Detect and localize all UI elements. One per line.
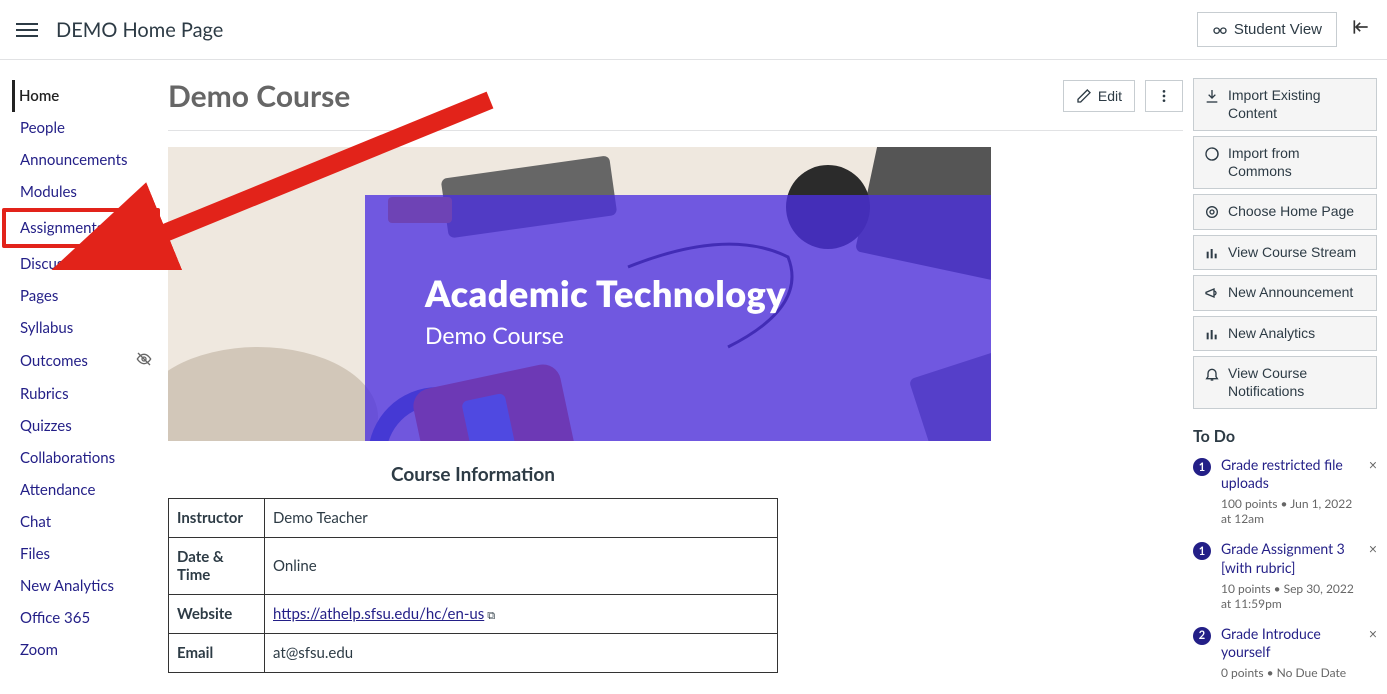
close-icon[interactable]: × xyxy=(1369,540,1377,557)
student-view-label: Student View xyxy=(1234,21,1322,38)
edit-label: Edit xyxy=(1098,88,1122,104)
table-row: Website https://athelp.sfsu.edu/hc/en-us… xyxy=(169,595,778,634)
import-commons-button[interactable]: Import from Commons xyxy=(1193,136,1377,189)
commons-icon xyxy=(1204,146,1220,162)
todo-link[interactable]: Grade restricted file uploads xyxy=(1221,456,1363,492)
nav-zoom[interactable]: Zoom xyxy=(16,634,160,666)
student-view-button[interactable]: Student View xyxy=(1197,12,1337,47)
table-row: Email at@sfsu.edu xyxy=(169,634,778,673)
todo-meta: 100 points • Jun 1, 2022 at 12am xyxy=(1221,496,1363,526)
hidden-eye-icon xyxy=(136,351,152,371)
analytics-icon xyxy=(1204,326,1220,342)
nav-assignments[interactable]: Assignments xyxy=(2,208,160,248)
info-value: Demo Teacher xyxy=(265,499,778,538)
analytics-button[interactable]: New Analytics xyxy=(1193,316,1377,352)
edit-button[interactable]: Edit xyxy=(1063,80,1135,112)
view-notifications-button[interactable]: View Course Notifications xyxy=(1193,356,1377,409)
pencil-icon xyxy=(1076,88,1092,104)
info-label: Instructor xyxy=(169,499,265,538)
collapse-icon[interactable] xyxy=(1351,17,1371,42)
todo-heading: To Do xyxy=(1193,427,1377,446)
table-row: Date & Time Online xyxy=(169,538,778,595)
close-icon[interactable]: × xyxy=(1369,625,1377,642)
nav-syllabus[interactable]: Syllabus xyxy=(16,312,160,344)
nav-quizzes[interactable]: Quizzes xyxy=(16,410,160,442)
nav-rubrics[interactable]: Rubrics xyxy=(16,378,160,410)
banner-subtitle: Demo Course xyxy=(425,321,941,349)
todo-item: 1 Grade Assignment 3 [with rubric] 10 po… xyxy=(1193,540,1377,610)
nav-modules[interactable]: Modules xyxy=(16,176,160,208)
todo-meta: 0 points • No Due Date xyxy=(1221,665,1363,680)
choose-home-button[interactable]: Choose Home Page xyxy=(1193,194,1377,230)
todo-badge: 1 xyxy=(1193,458,1211,476)
external-link-icon: ⧉ xyxy=(487,609,495,622)
nav-discussions[interactable]: Discussions xyxy=(16,248,160,280)
todo-item: 1 Grade restricted file uploads 100 poin… xyxy=(1193,456,1377,526)
todo-badge: 1 xyxy=(1193,542,1211,560)
kebab-icon xyxy=(1156,88,1172,104)
info-value: Online xyxy=(265,538,778,595)
todo-badge: 2 xyxy=(1193,627,1211,645)
bell-icon xyxy=(1204,366,1220,382)
nav-people[interactable]: People xyxy=(16,112,160,144)
nav-office365[interactable]: Office 365 xyxy=(16,602,160,634)
course-nav: Home People Announcements Modules Assign… xyxy=(0,60,160,694)
glasses-icon xyxy=(1212,22,1228,38)
nav-attendance[interactable]: Attendance xyxy=(16,474,160,506)
nav-pages[interactable]: Pages xyxy=(16,280,160,312)
nav-collaborations[interactable]: Collaborations xyxy=(16,442,160,474)
nav-files[interactable]: Files xyxy=(16,538,160,570)
todo-link[interactable]: Grade Introduce yourself xyxy=(1221,625,1363,661)
close-icon[interactable]: × xyxy=(1369,456,1377,473)
breadcrumb: DEMO Home Page xyxy=(56,18,1197,42)
info-label: Date & Time xyxy=(169,538,265,595)
hamburger-menu[interactable] xyxy=(16,23,38,37)
nav-new-analytics[interactable]: New Analytics xyxy=(16,570,160,602)
view-stream-button[interactable]: View Course Stream xyxy=(1193,235,1377,271)
nav-home[interactable]: Home xyxy=(12,80,160,112)
info-label: Email xyxy=(169,634,265,673)
info-label: Website xyxy=(169,595,265,634)
course-banner: Academic Technology Demo Course xyxy=(168,147,991,441)
nav-outcomes[interactable]: Outcomes xyxy=(16,344,160,378)
home-target-icon xyxy=(1204,204,1220,220)
bars-icon xyxy=(1204,245,1220,261)
todo-item: 2 Grade Introduce yourself 0 points • No… xyxy=(1193,625,1377,680)
import-existing-button[interactable]: Import Existing Content xyxy=(1193,78,1377,131)
nav-chat[interactable]: Chat xyxy=(16,506,160,538)
banner-title: Academic Technology xyxy=(425,271,941,315)
todo-link[interactable]: Grade Assignment 3 [with rubric] xyxy=(1221,540,1363,576)
info-value: at@sfsu.edu xyxy=(265,634,778,673)
new-announcement-button[interactable]: New Announcement xyxy=(1193,275,1377,311)
table-row: Instructor Demo Teacher xyxy=(169,499,778,538)
page-title: Demo Course xyxy=(168,78,1053,114)
course-info-heading: Course Information xyxy=(168,463,778,486)
more-options-button[interactable] xyxy=(1145,80,1183,112)
todo-meta: 10 points • Sep 30, 2022 at 11:59pm xyxy=(1221,581,1363,611)
import-icon xyxy=(1204,88,1220,104)
course-info-table: Instructor Demo Teacher Date & Time Onli… xyxy=(168,498,778,673)
website-link[interactable]: https://athelp.sfsu.edu/hc/en-us xyxy=(273,605,484,623)
nav-announcements[interactable]: Announcements xyxy=(16,144,160,176)
megaphone-icon xyxy=(1204,285,1220,301)
